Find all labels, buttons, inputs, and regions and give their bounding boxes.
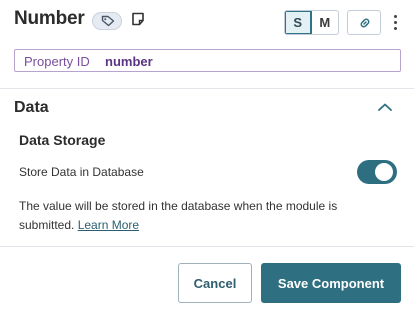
store-data-label: Store Data in Database — [19, 165, 144, 179]
tag-button[interactable] — [92, 12, 122, 30]
size-small-button[interactable]: S — [285, 11, 312, 34]
link-button[interactable] — [347, 10, 381, 35]
storage-help-copy: The value will be stored in the database… — [19, 199, 338, 232]
property-id-field[interactable]: Property ID number — [14, 49, 401, 72]
store-data-toggle[interactable] — [357, 160, 397, 184]
panel-header: Number S M — [0, 0, 414, 44]
storage-help-text: The value will be stored in the database… — [19, 197, 379, 235]
link-icon — [360, 18, 370, 28]
toggle-knob — [375, 163, 393, 181]
size-toggle-group: S M — [284, 10, 339, 35]
data-storage-title: Data Storage — [19, 132, 106, 148]
cancel-button[interactable]: Cancel — [178, 263, 252, 303]
learn-more-link[interactable]: Learn More — [78, 218, 139, 232]
tag-icon — [101, 15, 115, 27]
property-id-label: Property ID — [24, 54, 90, 69]
component-title: Number — [14, 8, 85, 29]
property-id-value: number — [105, 54, 153, 69]
save-component-button[interactable]: Save Component — [261, 263, 401, 303]
note-icon[interactable] — [131, 12, 145, 26]
chevron-up-icon[interactable] — [377, 102, 393, 112]
more-vertical-icon[interactable] — [390, 11, 402, 33]
section-title-data[interactable]: Data — [14, 99, 49, 117]
size-medium-button[interactable]: M — [312, 11, 338, 34]
divider — [0, 88, 414, 89]
footer-divider — [0, 246, 414, 247]
